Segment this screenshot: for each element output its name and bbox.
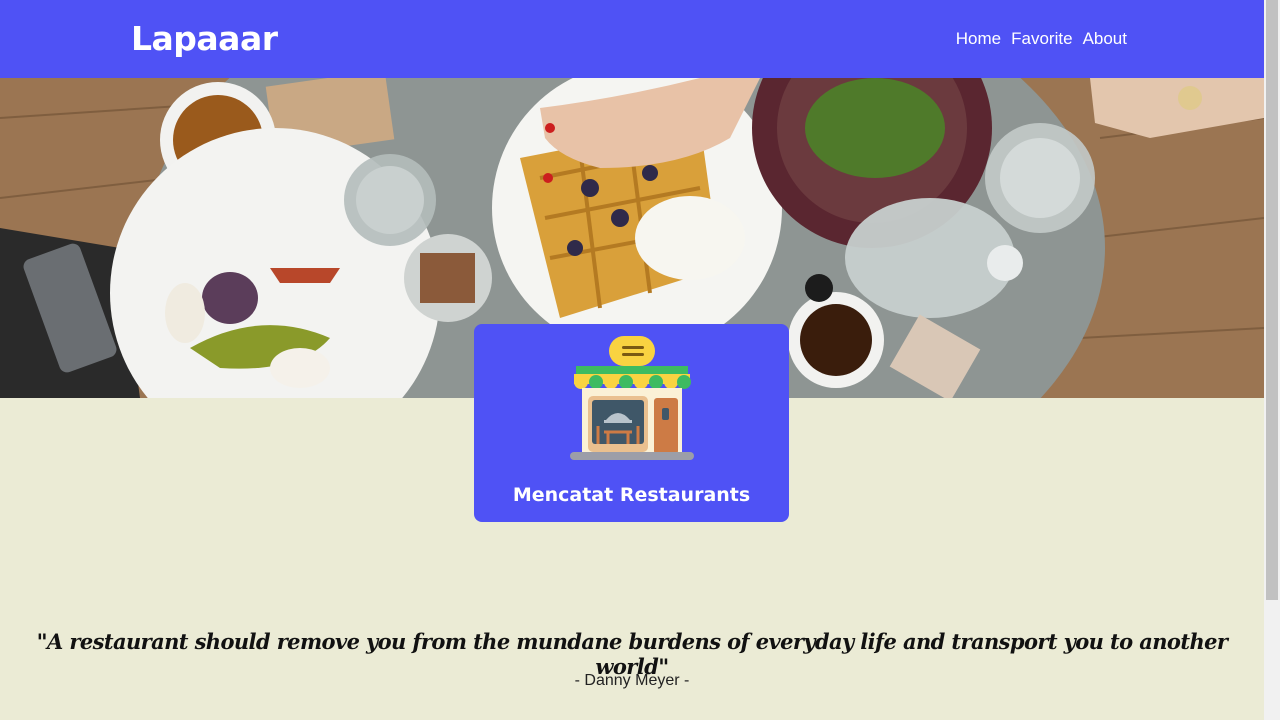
quote-author: - Danny Meyer - bbox=[574, 672, 690, 689]
restaurant-storefront-icon bbox=[570, 336, 694, 460]
nav-about-link[interactable]: About bbox=[1083, 27, 1127, 51]
nav-home-link[interactable]: Home bbox=[956, 27, 1001, 51]
nav-favorite-link[interactable]: Favorite bbox=[1011, 27, 1072, 51]
navbar: Lapaaar Home Favorite About bbox=[0, 0, 1264, 78]
card-title: Mencatat Restaurants bbox=[512, 484, 751, 506]
scrollbar-thumb[interactable] bbox=[1266, 0, 1278, 600]
nav-menu: Home Favorite About bbox=[956, 27, 1127, 51]
vertical-scrollbar[interactable] bbox=[1264, 0, 1280, 720]
restaurant-card[interactable]: Mencatat Restaurants bbox=[474, 324, 789, 522]
brand-logo[interactable]: Lapaaar bbox=[131, 17, 278, 61]
